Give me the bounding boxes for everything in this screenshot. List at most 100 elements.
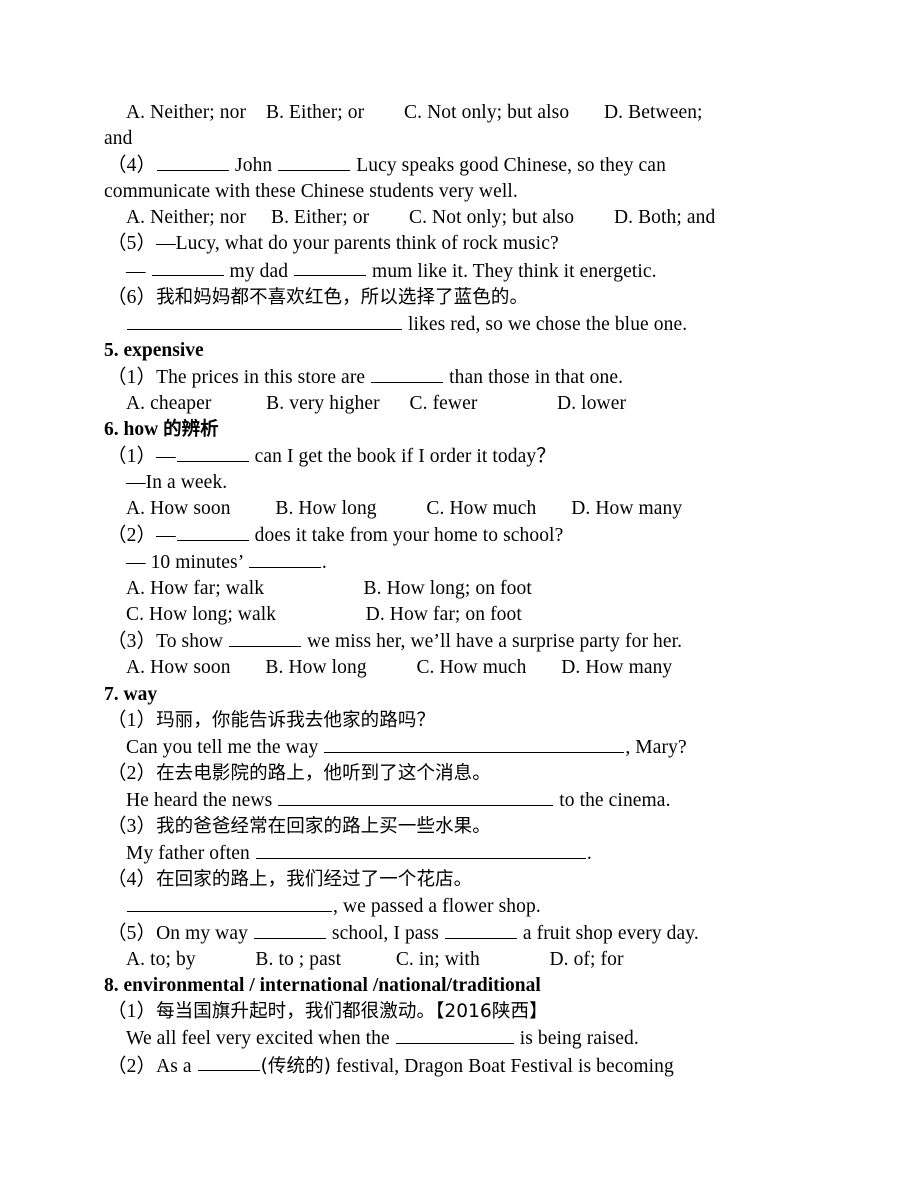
fill-blank[interactable] [278, 152, 351, 172]
answer-text-pre: He heard the news [126, 789, 278, 811]
fill-blank[interactable] [371, 364, 444, 383]
item-text-chinese: 玛丽，你能告诉我去他家的路吗？ [156, 709, 436, 731]
option-row-text: A. How far; walk B. How long; on foot [126, 578, 532, 600]
item-text-mid: school, I pass [326, 923, 444, 945]
item-text-pre: On my way [156, 923, 253, 945]
section-heading-7: 7. way [104, 682, 816, 708]
item-number: （2） [107, 762, 157, 784]
fill-blank[interactable] [248, 549, 321, 569]
item-text-chinese: 我和妈妈都不喜欢红色，所以选择了蓝色的。 [156, 286, 529, 308]
fill-blank[interactable] [176, 522, 249, 542]
fill-blank[interactable] [176, 443, 249, 462]
translation-answer-line: He heard the news to the cinema. [104, 787, 816, 814]
item-number: （3） [107, 815, 157, 837]
dialog-answer-line: —In a week. [104, 470, 816, 496]
fill-blank[interactable] [229, 628, 302, 648]
option-row: A. How soon B. How long C. How much D. H… [104, 496, 816, 522]
dash-prefix: — [156, 445, 176, 467]
wrapped-text-label: communicate with these Chinese students … [104, 181, 518, 203]
translation-answer-line: My father often . [104, 840, 816, 867]
item-number: （4） [107, 155, 157, 177]
question-item-7-5: （5）On my way school, I pass a fruit shop… [104, 920, 816, 947]
item-number: （3） [107, 631, 157, 653]
item-number: （2） [107, 525, 157, 547]
option-row-text: A. How soon B. How long C. How much D. H… [126, 498, 683, 520]
item-text-post: festival, Dragon Boat Festival is becomi… [331, 1055, 674, 1077]
fill-blank[interactable] [444, 920, 517, 940]
translation-answer-line: We all feel very excited when the is bei… [104, 1025, 816, 1052]
answer-text-pre: We all feel very excited when the [126, 1028, 395, 1050]
section-heading-6: 6. how 的辨析 [104, 417, 816, 443]
item-number: （6） [107, 286, 157, 308]
wrapped-text-label: and [104, 128, 133, 150]
question-item-4: （4） John Lucy speaks good Chinese, so th… [104, 152, 816, 179]
answer-text-pre: Can you tell me the way [126, 736, 324, 758]
wrapped-text: communicate with these Chinese students … [104, 179, 816, 205]
answer-text-post: likes red, so we chose the blue one. [403, 313, 688, 335]
answer-text-post: to the cinema. [554, 789, 671, 811]
item-number: （1） [107, 709, 157, 731]
item-text-mid: John [230, 155, 278, 177]
item-text-pre: As a [156, 1055, 197, 1077]
question-item-7-4: （4）在回家的路上，我们经过了一个花店。 [104, 867, 816, 893]
section-heading-text: 7. way [104, 683, 158, 705]
fill-blank[interactable] [157, 152, 230, 172]
section-heading-text-cjk: 的辨析 [163, 418, 219, 440]
item-number: （2） [107, 1055, 157, 1077]
question-item-5-1: （1）The prices in this store are than tho… [104, 364, 816, 391]
item-text-chinese: 每当国旗升起时，我们都很激动。【2016陕西】 [156, 1001, 548, 1023]
dialog-text-pre: — 10 minutes’ [126, 552, 248, 574]
section-heading-8: 8. environmental / international /nation… [104, 973, 816, 999]
option-row-text: A. Neither; nor B. Either; or C. Not onl… [126, 207, 716, 229]
question-item-7-3: （3）我的爸爸经常在回家的路上买一些水果。 [104, 814, 816, 840]
section-heading-text-en: 6. how [104, 418, 164, 440]
answer-text-post: is being raised. [514, 1028, 639, 1050]
answer-text-post: , Mary? [625, 736, 687, 758]
item-number: （4） [107, 869, 157, 891]
dialog-text-post: mum like it. They think it energetic. [367, 260, 657, 282]
question-item-8-2: （2）As a (传统的) festival, Dragon Boat Fest… [104, 1053, 816, 1080]
dialog-text-mid: my dad [224, 260, 294, 282]
fill-blank[interactable] [127, 893, 332, 913]
item-number: （1） [107, 366, 157, 388]
dialog-answer-line: — my dad mum like it. They think it ener… [104, 258, 816, 285]
dialog-answer-line: — 10 minutes’ . [104, 549, 816, 576]
translation-answer-line: Can you tell me the way , Mary? [104, 734, 816, 761]
item-text-post: Lucy speaks good Chinese, so they can [351, 155, 666, 177]
fill-blank[interactable] [127, 311, 402, 330]
dialog-text: —In a week. [126, 472, 228, 493]
item-text: —Lucy, what do your parents think of roc… [156, 233, 559, 255]
option-row: A. How far; walk B. How long; on foot [104, 576, 816, 602]
question-item-7-1: （1）玛丽，你能告诉我去他家的路吗？ [104, 708, 816, 734]
question-item-7-2: （2）在去电影院的路上，他听到了这个消息。 [104, 761, 816, 787]
fill-blank[interactable] [278, 787, 554, 806]
fill-blank[interactable] [197, 1053, 260, 1072]
answer-text-post: , we passed a flower shop. [333, 896, 541, 918]
item-hint-chinese: (传统的) [260, 1055, 332, 1077]
item-number: （1） [107, 445, 157, 467]
fill-blank[interactable] [151, 258, 224, 277]
dialog-text-post: . [321, 552, 327, 574]
option-row: A. Neither; nor B. Either; or C. Not onl… [104, 205, 816, 231]
option-row: A. cheaper B. very higher C. fewer D. lo… [104, 391, 816, 417]
question-item-6-2: （2）— does it take from your home to scho… [104, 522, 816, 549]
option-row: A. Neither; nor B. Either; or C. Not onl… [104, 100, 816, 126]
wrapped-text: and [104, 126, 816, 152]
item-text-chinese: 在回家的路上，我们经过了一个花店。 [156, 869, 473, 891]
item-text-pre: To show [156, 631, 229, 653]
fill-blank[interactable] [324, 734, 625, 753]
section-heading-text: 8. environmental / international /nation… [104, 975, 541, 997]
question-item-8-1: （1）每当国旗升起时，我们都很激动。【2016陕西】 [104, 999, 816, 1025]
question-item-5: （5）—Lucy, what do your parents think of … [104, 231, 816, 257]
item-text-chinese: 我的爸爸经常在回家的路上买一些水果。 [156, 815, 491, 837]
answer-text-pre: My father often [126, 842, 255, 864]
item-number: （5） [107, 923, 157, 945]
fill-blank[interactable] [395, 1025, 514, 1045]
translation-answer-line: likes red, so we chose the blue one. [104, 311, 816, 338]
fill-blank[interactable] [294, 258, 367, 277]
question-item-6-3: （3）To show we miss her, we’ll have a sur… [104, 628, 816, 655]
item-text-post: can I get the book if I order it today？ [249, 445, 556, 467]
fill-blank[interactable] [253, 920, 326, 940]
fill-blank[interactable] [255, 840, 586, 859]
item-text-pre: The prices in this store are [156, 366, 371, 388]
